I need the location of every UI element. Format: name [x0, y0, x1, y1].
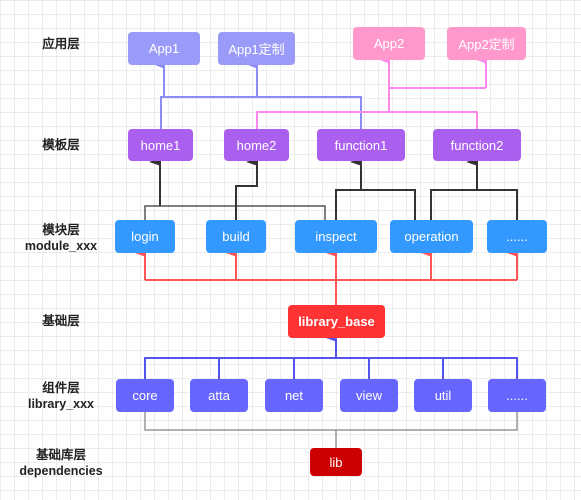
layer-label-dependencies-en: dependencies — [19, 464, 103, 478]
edges-template — [144, 158, 518, 220]
layer-label-dependencies-cn: 基础库层 — [35, 448, 86, 462]
edge-inspect-operation-bus — [335, 189, 416, 220]
node-app2-custom[interactable]: App2定制 — [447, 27, 526, 60]
node-app2[interactable]: App2 — [353, 27, 425, 60]
layer-label-module-cn: 模块层 — [42, 223, 80, 237]
node-library-base[interactable]: library_base — [288, 305, 385, 338]
node-util[interactable]: util — [414, 379, 472, 412]
node-net[interactable]: net — [265, 379, 323, 412]
edge-home2-bus — [256, 111, 478, 129]
layer-label-dependencies: 基础库层 dependencies — [6, 447, 116, 479]
node-login[interactable]: login — [115, 220, 175, 253]
edge-operation-more-bus — [430, 189, 518, 220]
edges-app2 — [256, 56, 487, 129]
node-home1[interactable]: home1 — [128, 129, 193, 161]
edge-lib-bus — [144, 412, 518, 431]
edges-app1 — [155, 61, 362, 129]
node-component-more[interactable]: ...... — [488, 379, 546, 412]
node-home2[interactable]: home2 — [224, 129, 289, 161]
edges-lib — [144, 412, 518, 448]
node-lib[interactable]: lib — [310, 448, 362, 476]
edge-build-home2 — [235, 158, 258, 220]
node-function1[interactable]: function1 — [317, 129, 405, 161]
layer-label-base: 基础层 — [42, 314, 80, 328]
layer-label-module: 模块层 module_xxx — [6, 222, 116, 254]
edges-module — [135, 249, 518, 305]
node-function2[interactable]: function2 — [433, 129, 521, 161]
layer-label-component-en: library_xxx — [27, 397, 95, 411]
node-module-more[interactable]: ...... — [487, 220, 547, 253]
layer-label-module-en: module_xxx — [24, 239, 98, 253]
node-app1[interactable]: App1 — [128, 32, 200, 65]
edge-component-bus — [144, 357, 518, 379]
node-core[interactable]: core — [116, 379, 174, 412]
node-inspect[interactable]: inspect — [295, 220, 377, 253]
node-atta[interactable]: atta — [190, 379, 248, 412]
layer-label-component: 组件层 library_xxx — [6, 380, 116, 412]
node-build[interactable]: build — [206, 220, 266, 253]
edges-component — [144, 334, 518, 379]
layer-label-app: 应用层 — [42, 37, 80, 51]
layer-label-component-cn: 组件层 — [42, 381, 80, 395]
node-app1-custom[interactable]: App1定制 — [218, 32, 295, 65]
layer-label-template: 模板层 — [42, 138, 80, 152]
node-operation[interactable]: operation — [390, 220, 473, 253]
node-view[interactable]: view — [340, 379, 398, 412]
